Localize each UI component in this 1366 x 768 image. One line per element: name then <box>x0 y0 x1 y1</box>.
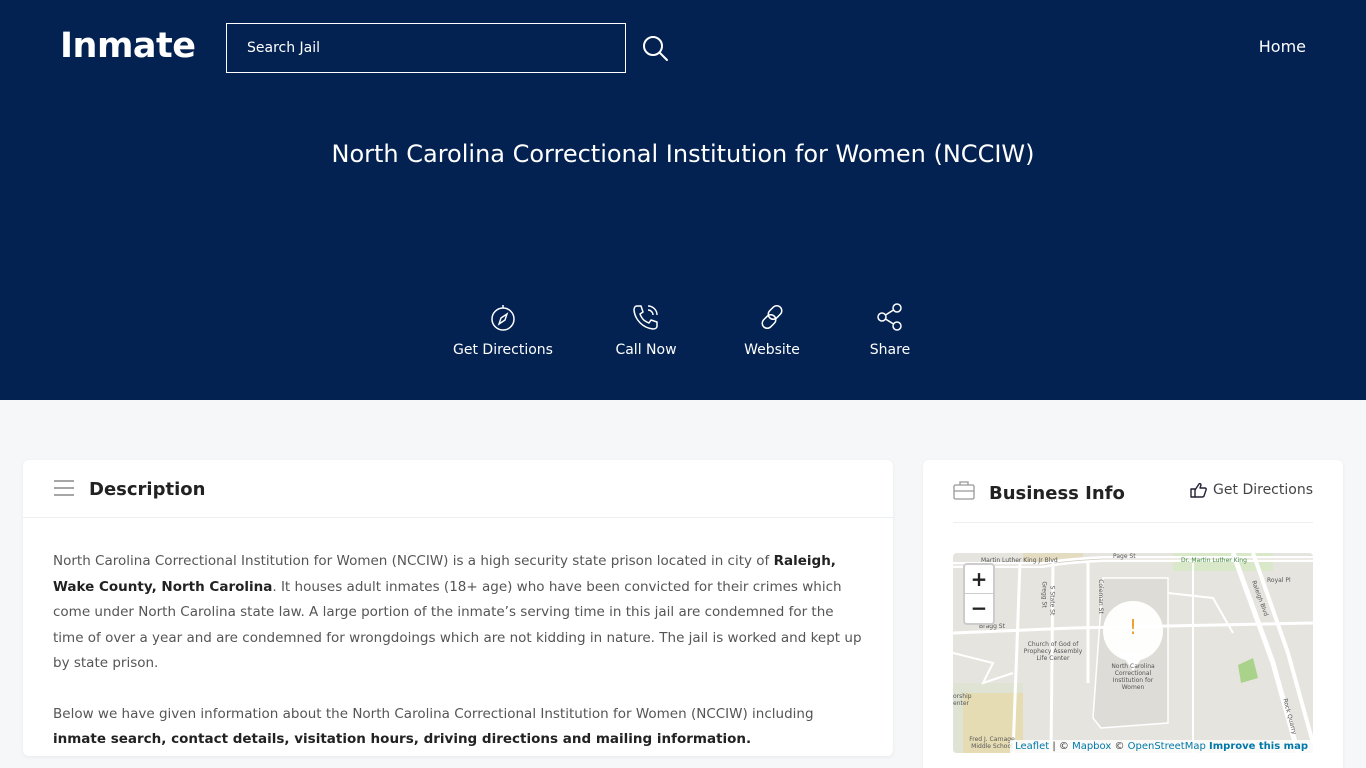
map-label-s-state: S State St <box>1048 585 1056 616</box>
p1-text-a: North Carolina Correctional Institution … <box>53 553 774 569</box>
site-logo[interactable]: Inmate <box>60 26 196 66</box>
leaflet-link[interactable]: Leaflet <box>1015 741 1049 752</box>
call-now-label: Call Now <box>615 342 677 358</box>
menu-lines-icon <box>54 480 74 496</box>
call-now-action[interactable]: Call Now <box>586 302 706 358</box>
map-tiles <box>953 553 1313 753</box>
map-attribution: Leaflet | © Mapbox © OpenStreetMap Impro… <box>1010 740 1313 753</box>
map-zoom-control: + − <box>963 563 995 625</box>
link-icon <box>761 304 783 330</box>
description-paragraph-2: Below we have given information about th… <box>53 702 863 753</box>
phone-icon <box>633 305 658 330</box>
compass-icon <box>491 305 515 331</box>
action-bar: Get Directions Call Now Website Share <box>0 302 1366 372</box>
share-action[interactable]: Share <box>830 302 950 358</box>
search-input[interactable] <box>226 23 626 73</box>
briefcase-icon <box>953 481 975 500</box>
search-icon[interactable] <box>641 34 669 62</box>
business-info-header: Business Info Get Directions <box>953 478 1313 523</box>
description-header: Description <box>23 460 893 518</box>
description-body: North Carolina Correctional Institution … <box>23 518 893 753</box>
map-label-royal: Royal Pl <box>1267 577 1291 584</box>
map-label-ncciw: North Carolina Correctional Institution … <box>1111 663 1155 691</box>
get-directions-label: Get Directions <box>453 342 553 358</box>
p2-topics: inmate search, contact details, visitati… <box>53 731 752 747</box>
business-get-directions-label: Get Directions <box>1213 482 1313 498</box>
description-title: Description <box>89 479 206 500</box>
map-zoom-out-button[interactable]: − <box>965 594 993 623</box>
description-card: Description North Carolina Correctional … <box>23 460 893 756</box>
map-zoom-in-button[interactable]: + <box>965 565 993 594</box>
business-info-title: Business Info <box>989 483 1125 504</box>
attr-sep-2: © <box>1111 741 1128 752</box>
map-label-worship: orship enter <box>953 693 972 707</box>
map-label-church: Church of God of Prophecy Assembly Life … <box>1023 641 1083 662</box>
nav-home-link[interactable]: Home <box>1259 37 1306 56</box>
p2-text-a: Below we have given information about th… <box>53 705 814 722</box>
map-marker-icon[interactable]: ! <box>1123 615 1143 639</box>
description-paragraph-1: North Carolina Correctional Institution … <box>53 549 863 677</box>
share-icon <box>877 303 902 331</box>
share-label: Share <box>869 342 911 358</box>
map-label-page: Page St <box>1113 553 1136 560</box>
website-label: Website <box>744 342 800 358</box>
hand-pointer-icon <box>1190 482 1207 498</box>
attr-sep-1: | © <box>1049 741 1073 752</box>
map-label-gregg: Gregg St <box>1040 581 1048 608</box>
improve-map-link[interactable]: Improve this map <box>1209 741 1308 752</box>
page-title: North Carolina Correctional Institution … <box>331 140 1035 168</box>
location-map[interactable]: ! Martin Luther King Jr Blvd Page St Dr.… <box>953 553 1313 753</box>
hero-header: Inmate Home North Carolina Correctional … <box>0 0 1366 400</box>
map-label-coleman: Coleman St <box>1096 579 1104 614</box>
osm-link[interactable]: OpenStreetMap <box>1128 741 1206 752</box>
business-get-directions-link[interactable]: Get Directions <box>1189 482 1313 498</box>
get-directions-action[interactable]: Get Directions <box>443 302 563 358</box>
mapbox-link[interactable]: Mapbox <box>1072 741 1111 752</box>
business-info-card: Business Info Get Directions ! Martin Lu… <box>923 460 1343 768</box>
map-label-dr-mlk: Dr. Martin Luther King <box>1181 557 1247 564</box>
website-action[interactable]: Website <box>712 302 832 358</box>
